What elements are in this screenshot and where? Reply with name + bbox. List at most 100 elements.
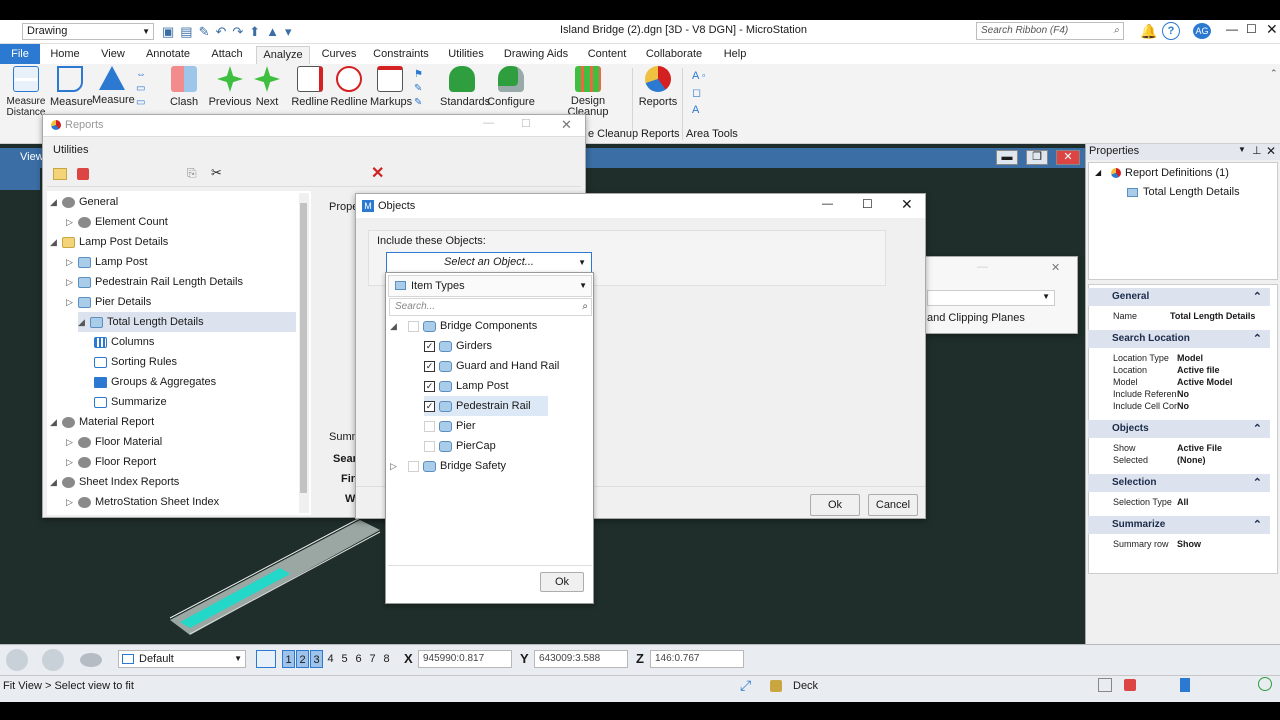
- active-level[interactable]: Deck: [793, 680, 818, 692]
- property-row[interactable]: Include Referen No: [1088, 388, 1270, 400]
- secondary-select[interactable]: ▼: [927, 290, 1055, 306]
- reports-minimize-icon[interactable]: —: [483, 117, 494, 129]
- properties-section-header[interactable]: Search Location ⌃: [1088, 330, 1270, 348]
- collapse-triangle-icon[interactable]: ◢: [1095, 168, 1101, 177]
- view-cloud-icon[interactable]: [80, 653, 102, 667]
- checkbox[interactable]: [408, 460, 419, 472]
- expand-triangle-icon[interactable]: ▷: [66, 492, 78, 512]
- picker-item[interactable]: ✓ Guard and Hand Rail: [424, 356, 559, 376]
- collapse-icon[interactable]: ⌃: [1253, 420, 1262, 438]
- pin-icon[interactable]: ⊥: [1252, 144, 1262, 157]
- collapse-icon[interactable]: ⌃: [1253, 288, 1262, 306]
- redline-off-button[interactable]: Redline: [330, 66, 368, 108]
- property-row[interactable]: Selected (None): [1088, 454, 1270, 466]
- tree-item[interactable]: Groups & Aggregates: [82, 372, 216, 392]
- property-row[interactable]: Location Type Model: [1088, 352, 1270, 364]
- measure-distance-button[interactable]: Measure Distance: [4, 66, 48, 118]
- area-tools-icons[interactable]: A ◦ ◻ A: [692, 68, 728, 120]
- close-icon[interactable]: ✕: [1266, 21, 1280, 38]
- picker-ok-button[interactable]: Ok: [540, 572, 584, 592]
- cut-icon[interactable]: ✂: [211, 165, 222, 181]
- tree-item[interactable]: ◢ Material Report: [50, 412, 154, 432]
- picker-item[interactable]: ✓ Lamp Post: [424, 376, 509, 396]
- reports-close-icon[interactable]: ✕: [561, 117, 572, 133]
- tab-drawing-aids[interactable]: Drawing Aids: [502, 46, 570, 64]
- property-row[interactable]: Show Active File: [1088, 442, 1270, 454]
- collapse-triangle-icon[interactable]: ◢: [50, 472, 62, 492]
- tree-item[interactable]: ▷ Lamp Post: [66, 252, 148, 272]
- ribbon-collapse-icon[interactable]: ⌃: [1270, 68, 1278, 79]
- collapse-icon[interactable]: ⌃: [1253, 516, 1262, 534]
- objects-cancel-button[interactable]: Cancel: [868, 494, 918, 516]
- next-button[interactable]: Next: [252, 66, 282, 108]
- ribbon-search-input[interactable]: Search Ribbon (F4) ⌕: [976, 22, 1124, 40]
- status-report-icon[interactable]: [1124, 679, 1136, 691]
- checkbox[interactable]: ✓: [424, 400, 435, 412]
- tree-item[interactable]: ▷ Pedestrain Rail Length Details: [66, 272, 243, 292]
- tab-curves[interactable]: Curves: [316, 46, 362, 64]
- view-minimize-icon[interactable]: ▬: [996, 150, 1018, 165]
- properties-section-header[interactable]: Summarize ⌃: [1088, 516, 1270, 534]
- properties-section-header[interactable]: Selection ⌃: [1088, 474, 1270, 492]
- picker-item[interactable]: ✓ Pedestrain Rail: [424, 396, 548, 416]
- tree-item[interactable]: Sorting Rules: [82, 352, 177, 372]
- tree-item[interactable]: ◢ Total Length Details: [78, 312, 296, 332]
- view-close-icon[interactable]: ✕: [1056, 150, 1080, 165]
- view-restore-icon[interactable]: ❐: [1026, 150, 1048, 165]
- view-1-button[interactable]: 1: [282, 650, 295, 668]
- x-coordinate-field[interactable]: 945990:0.817: [418, 650, 512, 668]
- tree-item[interactable]: ▷ MetroStation Sheet Index: [66, 492, 219, 512]
- collapse-icon[interactable]: ⌃: [1253, 330, 1262, 348]
- minimize-icon[interactable]: —: [1226, 22, 1240, 36]
- forward-icon[interactable]: [42, 649, 64, 671]
- total-length-node[interactable]: Total Length Details: [1143, 186, 1240, 198]
- checkbox[interactable]: [408, 320, 419, 332]
- property-row[interactable]: Selection Type All: [1088, 496, 1270, 508]
- tab-attach[interactable]: Attach: [204, 46, 250, 64]
- chevron-down-icon[interactable]: ▼: [234, 651, 242, 667]
- chevron-down-icon[interactable]: ▼: [579, 276, 587, 296]
- checkbox[interactable]: ✓: [424, 360, 435, 372]
- collapse-triangle-icon[interactable]: ◢: [50, 412, 62, 432]
- objects-minimize-icon[interactable]: —: [822, 198, 833, 210]
- secondary-close-icon[interactable]: ✕: [1051, 261, 1060, 274]
- view-7-button[interactable]: 7: [366, 650, 379, 668]
- chevron-down-icon[interactable]: ▼: [1238, 145, 1246, 154]
- previous-button[interactable]: Previous: [208, 66, 252, 108]
- report-definitions-node[interactable]: Report Definitions (1): [1125, 167, 1229, 179]
- reports-maximize-icon[interactable]: ☐: [521, 117, 531, 130]
- tab-content[interactable]: Content: [584, 46, 630, 64]
- objects-ok-button[interactable]: Ok: [810, 494, 860, 516]
- objects-close-icon[interactable]: ✕: [901, 196, 913, 213]
- measure-small-icons[interactable]: ⇔ ▭ ▭: [136, 68, 150, 118]
- picker-search-input[interactable]: Search... ⌕: [389, 298, 592, 316]
- status-sync-icon[interactable]: [1258, 677, 1272, 691]
- property-row[interactable]: Summary row Show: [1088, 538, 1270, 550]
- tab-utilities[interactable]: Utilities: [442, 46, 490, 64]
- z-coordinate-field[interactable]: 146:0.767: [650, 650, 744, 668]
- new-folder-icon[interactable]: [53, 168, 67, 180]
- tree-item[interactable]: Columns: [82, 332, 154, 352]
- property-row[interactable]: Include Cell Cor No: [1088, 400, 1270, 412]
- search-icon[interactable]: ⌕: [582, 299, 588, 315]
- view-4-button[interactable]: 4: [324, 650, 337, 668]
- view-8-button[interactable]: 8: [380, 650, 393, 668]
- clash-button[interactable]: Clash: [164, 66, 204, 108]
- y-coordinate-field[interactable]: 643009:3.588: [534, 650, 628, 668]
- property-row[interactable]: Location Active file: [1088, 364, 1270, 376]
- view-windows-icon[interactable]: [256, 650, 276, 668]
- maximize-icon[interactable]: ☐: [1246, 22, 1260, 36]
- tree-scrollbar[interactable]: [299, 193, 309, 513]
- markup-small-icons[interactable]: ⚑ ✎ ✎: [414, 68, 428, 118]
- delete-icon[interactable]: ✕: [371, 163, 384, 183]
- tab-home[interactable]: Home: [44, 46, 86, 64]
- picker-item[interactable]: PierCap: [424, 436, 496, 456]
- markups-button[interactable]: Markups: [370, 66, 412, 108]
- chevron-down-icon[interactable]: ▼: [1042, 292, 1050, 301]
- expand-triangle-icon[interactable]: ▷: [66, 432, 78, 452]
- measure-button[interactable]: Measure: [50, 66, 93, 108]
- expand-triangle-icon[interactable]: ▷: [66, 292, 78, 312]
- search-icon[interactable]: ⌕: [1113, 23, 1119, 39]
- view-2-button[interactable]: 2: [296, 650, 309, 668]
- configure-button[interactable]: Configure: [486, 66, 536, 108]
